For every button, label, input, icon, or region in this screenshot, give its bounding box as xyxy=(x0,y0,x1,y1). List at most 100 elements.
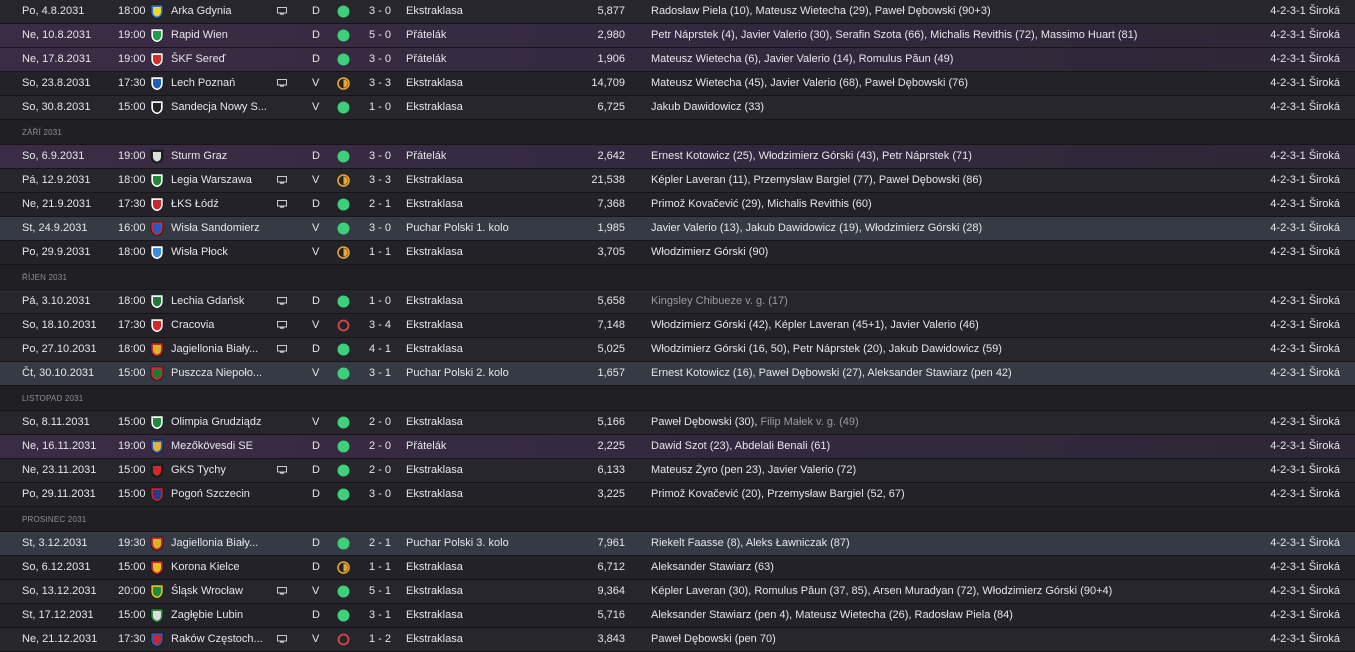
venue-indicator: D xyxy=(312,561,320,573)
opponent-name[interactable]: Lechia Gdańsk xyxy=(171,290,271,313)
formation: 4-2-3-1 Široká xyxy=(1270,5,1340,17)
match-date: Ne, 23.11.2031 xyxy=(22,464,97,476)
jagiellonia-crest xyxy=(150,536,164,551)
match-row[interactable]: St, 24.9.2031 16:00 Wisła Sandomierz V 3 - 0… xyxy=(0,217,1355,241)
opponent-name[interactable]: GKS Tychy xyxy=(171,459,271,482)
scorer-text: Mateusz Wietecha (45), Javier Valerio (6… xyxy=(651,77,969,89)
venue-indicator: D xyxy=(312,343,320,355)
goal-scorers: Mateusz Żyro (pen 23), Javier Valerio (7… xyxy=(651,459,856,482)
month-header: ZÁŘÍ 2031 xyxy=(0,120,1355,145)
match-row[interactable]: Ne, 16.11.2031 19:00 Mezőkövesdi SE D 2 - 0 P… xyxy=(0,435,1355,459)
win-icon xyxy=(337,440,350,453)
opponent-name[interactable]: Lech Poznań xyxy=(171,72,271,95)
match-row[interactable]: Pá, 12.9.2031 18:00 Legia Warszawa V 3 - 3 Ek… xyxy=(0,169,1355,193)
competition-name: Ekstraklasa xyxy=(406,561,463,573)
competition-name: Ekstraklasa xyxy=(406,343,463,355)
match-row[interactable]: Po, 4.8.2031 18:00 Arka Gdynia D 3 - 0 Ekstra… xyxy=(0,0,1355,24)
match-date: So, 23.8.2031 xyxy=(22,77,91,89)
competition-name: Ekstraklasa xyxy=(406,609,463,621)
match-row[interactable]: So, 6.12.2031 15:00 Korona Kielce D 1 - 1 Eks… xyxy=(0,556,1355,580)
opponent-name[interactable]: ŁKS Łódź xyxy=(171,193,271,216)
formation: 4-2-3-1 Široká xyxy=(1270,53,1340,65)
opponent-name[interactable]: Arka Gdynia xyxy=(171,0,271,23)
attendance: 6,725 xyxy=(597,101,625,113)
competition-name: Puchar Polski 1. kolo xyxy=(406,222,509,234)
opponent-name[interactable]: Legia Warszawa xyxy=(171,169,271,192)
tv-icon xyxy=(277,587,287,595)
competition-name: Přátelák xyxy=(406,29,447,41)
formation: 4-2-3-1 Široká xyxy=(1270,488,1340,500)
match-row[interactable]: St, 3.12.2031 19:30 Jagiellonia Biały... D 2… xyxy=(0,532,1355,556)
kickoff-time: 17:30 xyxy=(118,77,146,89)
venue-indicator: V xyxy=(312,319,320,331)
match-row[interactable]: Pá, 3.10.2031 18:00 Lechia Gdańsk D 1 - 0 Eks… xyxy=(0,290,1355,314)
match-row[interactable]: Po, 29.9.2031 18:00 Wisła Płock V 1 - 1 Ekstr… xyxy=(0,241,1355,265)
kickoff-time: 15:00 xyxy=(118,561,146,573)
goal-scorers: Włodzimierz Górski (42), Képler Laveran … xyxy=(651,314,979,337)
competition-name: Ekstraklasa xyxy=(406,246,463,258)
opponent-name[interactable]: Sturm Graz xyxy=(171,145,271,168)
opponent-name[interactable]: Sandecja Nowy S... xyxy=(171,96,271,119)
win-icon xyxy=(337,609,350,622)
goal-scorers: Primož Kovačević (29), Michalis Revithis… xyxy=(651,193,872,216)
opponent-name[interactable]: Olimpia Grudziądz xyxy=(171,411,271,434)
match-row[interactable]: So, 13.12.2031 20:00 Śląsk Wrocław V 5 - 1 Ek… xyxy=(0,580,1355,604)
match-row[interactable]: Ne, 21.12.2031 17:30 Raków Częstoch... V 1 -… xyxy=(0,628,1355,652)
venue-indicator: D xyxy=(312,53,320,65)
match-score: 1 - 1 xyxy=(369,246,392,258)
tv-icon xyxy=(277,7,287,15)
venue-indicator: V xyxy=(312,633,320,645)
match-row[interactable]: Ne, 23.11.2031 15:00 GKS Tychy D 2 - 0 Ekstra… xyxy=(0,459,1355,483)
opponent-name[interactable]: ŠKF Sereď xyxy=(171,48,271,71)
legia-warszawa-crest xyxy=(150,173,164,188)
match-row[interactable]: So, 18.10.2031 17:30 Cracovia V 3 - 4 Ekstrak… xyxy=(0,314,1355,338)
venue-indicator: D xyxy=(312,440,320,452)
opponent-name[interactable]: Wisła Sandomierz xyxy=(171,217,271,240)
opponent-name[interactable]: Cracovia xyxy=(171,314,271,337)
opponent-name[interactable]: Korona Kielce xyxy=(171,556,271,579)
match-score: 3 - 3 xyxy=(369,174,392,186)
opponent-name[interactable]: Śląsk Wrocław xyxy=(171,580,271,603)
opponent-name[interactable]: Wisła Płock xyxy=(171,241,271,264)
match-row[interactable]: So, 30.8.2031 15:00 Sandecja Nowy S... V 1 -… xyxy=(0,96,1355,120)
venue-indicator: D xyxy=(312,537,320,549)
own-goal-scorer: Kingsley Chibueze v. g. (17) xyxy=(651,295,788,307)
match-row[interactable]: Ne, 17.8.2031 19:00 ŠKF Sereď D 3 - 0 Přátelá… xyxy=(0,48,1355,72)
competition-name: Ekstraklasa xyxy=(406,5,463,17)
scorer-text: Primož Kovačević (29), Michalis Revithis… xyxy=(651,198,872,210)
match-row[interactable]: Čt, 30.10.2031 15:00 Puszcza Niepoło... V 3 … xyxy=(0,362,1355,386)
opponent-name[interactable]: Zagłębie Lubin xyxy=(171,604,271,627)
tv-icon xyxy=(277,176,287,184)
rakow-crest xyxy=(150,632,164,647)
match-score: 5 - 1 xyxy=(369,585,392,597)
opponent-name[interactable]: Jagiellonia Biały... xyxy=(171,338,271,361)
match-row[interactable]: Po, 29.11.2031 15:00 Pogoń Szczecin D 3 - 0 E… xyxy=(0,483,1355,507)
wisla-plock-crest xyxy=(150,245,164,260)
opponent-name[interactable]: Jagiellonia Biały... xyxy=(171,532,271,555)
opponent-name[interactable]: Rapid Wien xyxy=(171,24,271,47)
match-row[interactable]: St, 17.12.2031 15:00 Zagłębie Lubin D 3 - 1 E… xyxy=(0,604,1355,628)
opponent-name[interactable]: Mezőkövesdi SE xyxy=(171,435,271,458)
match-row[interactable]: Po, 27.10.2031 18:00 Jagiellonia Biały... D… xyxy=(0,338,1355,362)
attendance: 6,712 xyxy=(597,561,625,573)
match-row[interactable]: So, 8.11.2031 15:00 Olimpia Grudziądz V 2 - … xyxy=(0,411,1355,435)
competition-name: Ekstraklasa xyxy=(406,77,463,89)
match-row[interactable]: So, 23.8.2031 17:30 Lech Poznań V 3 - 3 Ekstr… xyxy=(0,72,1355,96)
competition-name: Ekstraklasa xyxy=(406,416,463,428)
loss-icon xyxy=(337,319,350,332)
match-date: Pá, 3.10.2031 xyxy=(22,295,91,307)
match-score: 5 - 0 xyxy=(369,29,392,41)
kickoff-time: 19:00 xyxy=(118,53,146,65)
kickoff-time: 17:30 xyxy=(118,198,146,210)
draw-icon xyxy=(337,561,350,574)
competition-name: Puchar Polski 3. kolo xyxy=(406,537,509,549)
match-row[interactable]: Ne, 10.8.2031 19:00 Rapid Wien D 5 - 0 Přátel… xyxy=(0,24,1355,48)
match-row[interactable]: Ne, 21.9.2031 17:30 ŁKS Łódź D 2 - 1 Ekstrakl… xyxy=(0,193,1355,217)
kickoff-time: 15:00 xyxy=(118,609,146,621)
attendance: 5,658 xyxy=(597,295,625,307)
opponent-name[interactable]: Puszcza Niepoło... xyxy=(171,362,271,385)
opponent-name[interactable]: Pogoń Szczecin xyxy=(171,483,271,506)
match-row[interactable]: So, 6.9.2031 19:00 Sturm Graz D 3 - 0 Přátelá… xyxy=(0,145,1355,169)
opponent-name[interactable]: Raków Częstoch... xyxy=(171,628,271,651)
goal-scorers: Képler Laveran (11), Przemysław Bargiel … xyxy=(651,169,982,192)
